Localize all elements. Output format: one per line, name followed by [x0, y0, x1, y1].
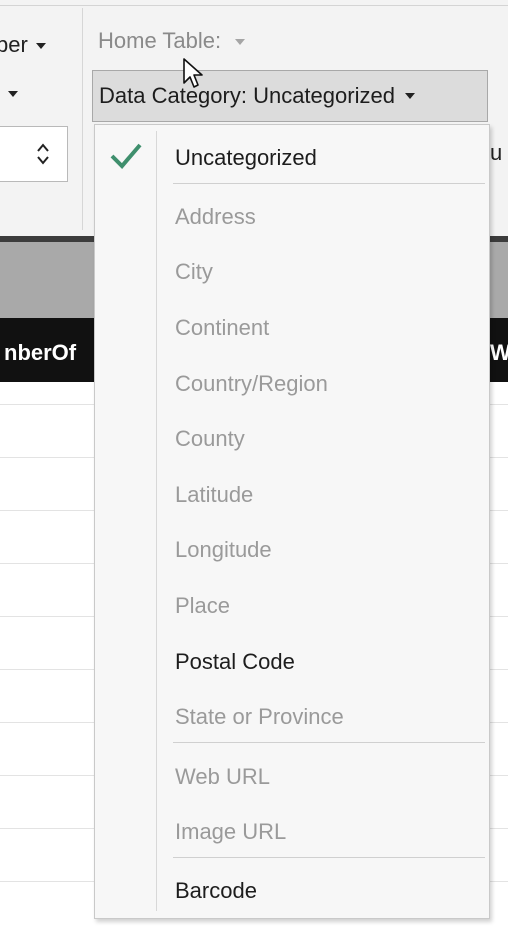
chevron-down-icon: [35, 43, 46, 50]
column-header[interactable]: W: [490, 340, 508, 366]
data-category-dropdown[interactable]: Data Category: Uncategorized: [92, 70, 488, 122]
chevron-down-icon: [8, 91, 18, 98]
spinner-arrows-icon[interactable]: [36, 141, 50, 167]
menu-item-place: Place: [175, 593, 231, 618]
mouse-pointer-icon: [183, 58, 203, 88]
menu-item-latitude: Latitude: [175, 482, 254, 507]
format-dropdown[interactable]: [8, 80, 18, 106]
data-category-menu: Uncategorized Address City Continent Cou…: [94, 124, 490, 919]
menu-item-county: County: [175, 426, 245, 451]
menu-item-country-region: Country/Region: [175, 371, 328, 396]
menu-separator: [173, 742, 485, 743]
home-table-label: Home Table:: [98, 28, 222, 53]
menu-item-state-or-province: State or Province: [175, 704, 344, 729]
menu-item-barcode[interactable]: Barcode: [175, 878, 257, 904]
menu-item-longitude: Longitude: [175, 537, 272, 562]
home-table-dropdown[interactable]: Home Table:: [98, 28, 246, 54]
menu-separator: [173, 857, 485, 858]
decimal-places-spinner[interactable]: [0, 126, 68, 182]
chevron-down-icon: [404, 93, 415, 99]
menu-item-web-url: Web URL: [175, 764, 270, 789]
ribbon-group-separator: [82, 8, 83, 230]
data-category-label: Data Category: Uncategorized: [99, 83, 395, 108]
checkmark-icon: [110, 143, 142, 169]
column-header[interactable]: nberOf: [4, 340, 76, 366]
menu-item-postal-code[interactable]: Postal Code: [175, 649, 295, 675]
menu-separator: [173, 183, 485, 184]
menu-item-address: Address: [175, 204, 256, 229]
menu-item-city: City: [175, 259, 213, 284]
number-format-label: ber: [0, 32, 28, 57]
ribbon-top-border: [0, 5, 508, 6]
menu-item-image-url: Image URL: [175, 819, 287, 844]
number-format-dropdown[interactable]: ber: [0, 32, 46, 58]
check-column-divider: [156, 131, 157, 911]
ribbon-right-fragment: u: [490, 140, 503, 165]
menu-item-uncategorized[interactable]: Uncategorized: [175, 145, 317, 171]
menu-item-continent: Continent: [175, 315, 270, 340]
chevron-down-icon: [235, 39, 246, 46]
